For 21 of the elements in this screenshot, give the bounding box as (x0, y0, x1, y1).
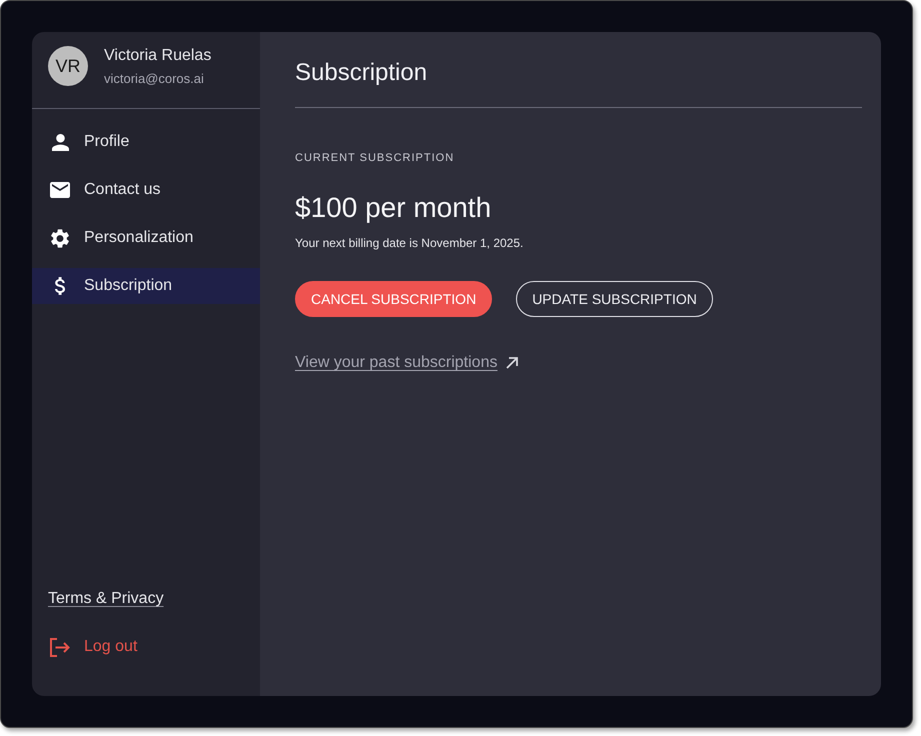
logout-icon (50, 638, 70, 656)
settings-icon (51, 228, 69, 248)
envelope-icon (50, 182, 70, 198)
nav-item[interactable]: Contact us (32, 172, 260, 208)
dollar-icon (55, 277, 65, 295)
terms-link[interactable]: Terms & Privacy (48, 587, 164, 611)
logout-button[interactable]: Log out (32, 629, 260, 665)
past-subscriptions-link[interactable]: View your past subscriptions (295, 351, 518, 375)
nav-item[interactable]: Profile (32, 124, 260, 160)
section-label: CURRENT SUBSCRIPTION (295, 151, 454, 166)
billing-note: Your next billing date is November 1, 2025. (295, 235, 524, 251)
person-icon (52, 134, 68, 150)
arrow-icon (506, 357, 518, 369)
avatar-initials: VR (48, 46, 88, 86)
nav-item[interactable]: Subscription (32, 268, 260, 304)
user-email: victoria@coros.ai (104, 70, 205, 88)
update-button[interactable]: UPDATE SUBSCRIPTION (516, 281, 713, 317)
price-text: $100 per month (295, 191, 492, 225)
page-title: Subscription (295, 58, 428, 88)
nav-item[interactable]: Personalization (32, 220, 260, 256)
user-name: Victoria Ruelas (104, 46, 212, 66)
